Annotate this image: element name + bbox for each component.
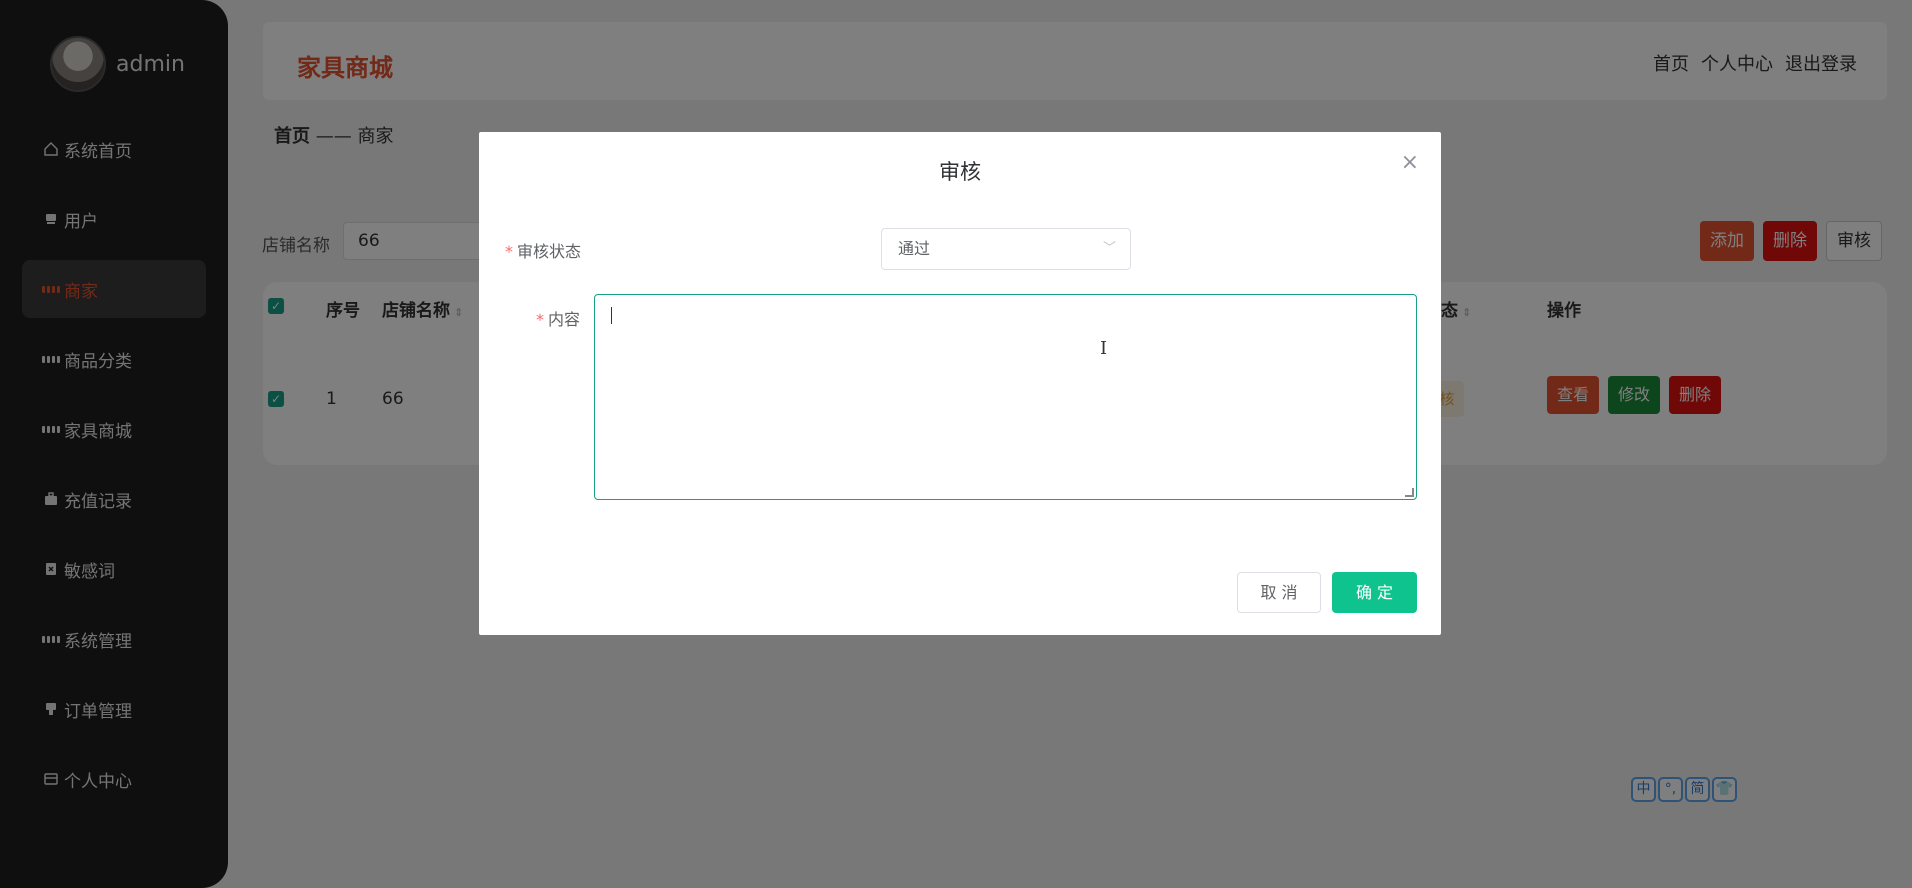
close-icon[interactable]: × <box>1401 150 1419 175</box>
required-mark: * <box>505 242 513 261</box>
cancel-button[interactable]: 取 消 <box>1237 572 1321 613</box>
audit-status-label-text: 审核状态 <box>517 242 582 261</box>
content-textarea[interactable]: I <box>594 294 1417 500</box>
audit-status-label: * 审核状态 <box>505 238 581 262</box>
required-mark: * <box>536 310 544 329</box>
ibeam-cursor-icon: I <box>1100 338 1108 359</box>
resize-handle[interactable] <box>1405 488 1414 497</box>
content-label: * 内容 <box>536 306 580 330</box>
audit-dialog: 审核 × * 审核状态 通过 ﹀ * 内容 I 取 消 确 定 <box>479 132 1441 635</box>
content-label-text: 内容 <box>548 310 581 329</box>
text-caret <box>611 307 612 324</box>
confirm-button[interactable]: 确 定 <box>1332 572 1417 613</box>
chevron-down-icon: ﹀ <box>1102 241 1116 256</box>
audit-status-select[interactable]: 通过 ﹀ <box>881 228 1131 270</box>
audit-status-value: 通过 <box>898 239 931 258</box>
dialog-title: 审核 <box>939 160 981 184</box>
